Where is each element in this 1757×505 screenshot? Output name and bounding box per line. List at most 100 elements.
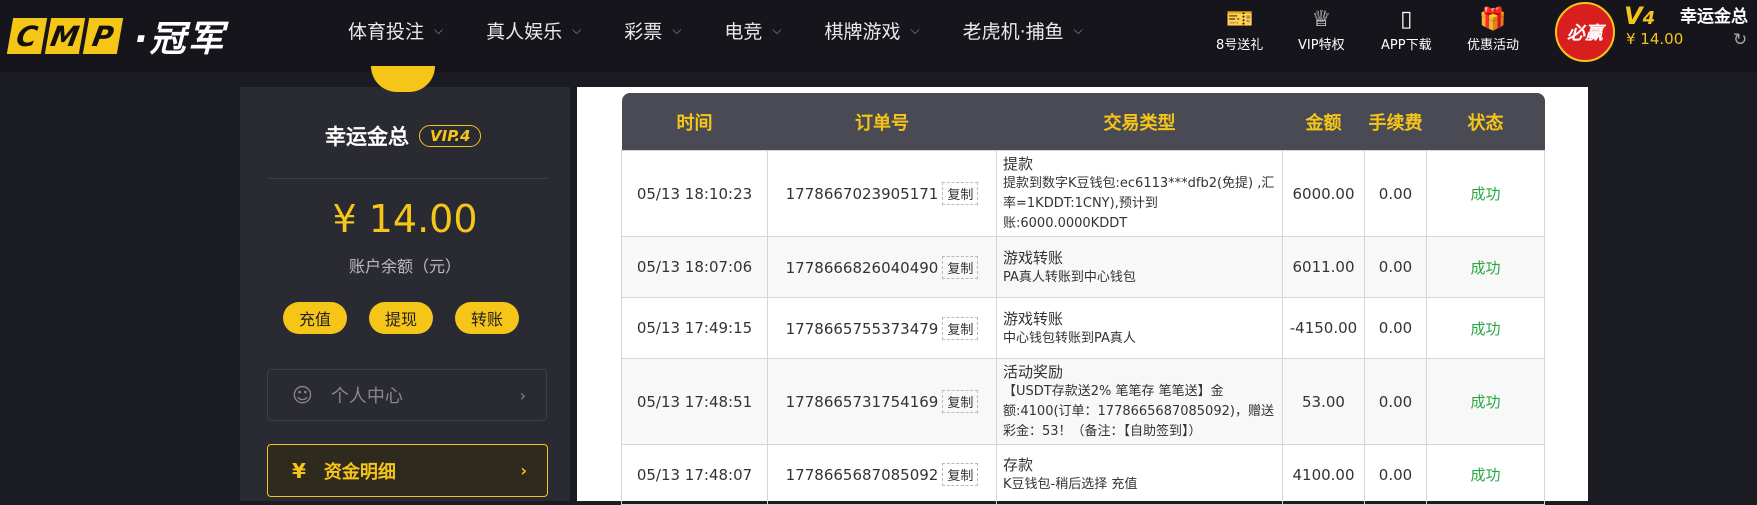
- avatar[interactable]: 必赢: [1555, 2, 1615, 62]
- table-row: 05/13 17:49:15 1778665755373479 复制 游戏转账 中心…: [621, 297, 1545, 359]
- cell-type: 游戏转账 PA真人转账到中心钱包: [996, 236, 1283, 298]
- col-header-type: 交易类型: [996, 93, 1283, 151]
- cell-order: 1778665687085092 复制: [767, 444, 997, 505]
- quick-link-gift-8[interactable]: 🎫 8号送礼: [1216, 6, 1263, 53]
- cell-status: 成功: [1426, 297, 1545, 359]
- col-header-order: 订单号: [767, 93, 997, 151]
- table-row: 05/13 17:48:07 1778665687085092 复制 存款 K豆钱包…: [621, 444, 1545, 505]
- wallet-actions: 充值 提现 转账: [283, 302, 541, 334]
- header-balance: ¥ 14.00: [1626, 30, 1684, 48]
- top-bar: C M P ·冠军 体育投注 ⌵ 真人娱乐 ⌵ 彩票 ⌵ 电竞 ⌵ 棋牌游戏 ⌵ 老虎机·…: [0, 0, 1757, 72]
- nav-label: 真人娱乐: [486, 20, 563, 43]
- logo[interactable]: C M P ·冠军: [6, 10, 226, 62]
- account-balance: ¥ 14.00: [332, 197, 478, 241]
- col-header-fee: 手续费: [1364, 93, 1427, 151]
- copy-button[interactable]: 复制: [942, 463, 979, 486]
- main-nav: 体育投注 ⌵ 真人娱乐 ⌵ 彩票 ⌵ 电竞 ⌵ 棋牌游戏 ⌵ 老虎机·捕鱼 ⌵: [348, 0, 1126, 60]
- copy-button[interactable]: 复制: [942, 255, 979, 279]
- withdraw-button[interactable]: 提现: [369, 302, 433, 334]
- cell-amount: 6000.00: [1282, 150, 1365, 237]
- coin-icon: ¥: [292, 458, 306, 483]
- header-username[interactable]: 幸运金总: [1680, 2, 1748, 27]
- chevron-down-icon: ⌵: [1073, 22, 1083, 37]
- chevron-down-icon: ⌵: [910, 22, 920, 37]
- order-number: 1778665731754169: [785, 393, 939, 411]
- order-number: 1778666826040490: [785, 258, 939, 277]
- chevron-down-icon: ⌵: [672, 22, 682, 37]
- type-title: 提款: [1003, 155, 1034, 173]
- transfer-button[interactable]: 转账: [455, 302, 519, 334]
- cell-time: 05/13 18:07:06: [621, 236, 768, 298]
- balance-label: 账户余额（元）: [348, 257, 461, 276]
- profile-username: 幸运金总 VIP.4: [325, 121, 482, 151]
- type-title: 游戏转账: [1003, 248, 1064, 267]
- cell-fee: 0.00: [1364, 150, 1427, 237]
- cell-status: 成功: [1426, 150, 1545, 237]
- quick-link-label: 8号送礼: [1216, 38, 1264, 53]
- menu-item-personal-center[interactable]: ☺ 个人中心 ›: [267, 369, 547, 421]
- order-number: 1778665755373479: [785, 319, 939, 338]
- copy-button[interactable]: 复制: [942, 182, 979, 205]
- menu-label: 资金明细: [323, 461, 396, 483]
- cell-time: 05/13 18:10:23: [621, 150, 768, 237]
- refresh-icon[interactable]: ↻: [1733, 30, 1747, 50]
- nav-label: 彩票: [624, 20, 663, 43]
- cell-time: 05/13 17:48:07: [621, 444, 768, 505]
- nav-item-lottery[interactable]: 彩票 ⌵: [624, 17, 681, 44]
- logo-text: ·冠军: [134, 19, 226, 60]
- quick-link-app-download[interactable]: ▯ APP下载: [1381, 6, 1432, 53]
- transaction-table: 时间 订单号 交易类型 金额 手续费 状态 05/13 18:10:23 177…: [621, 93, 1545, 505]
- vip-level-number: 4: [1642, 8, 1656, 29]
- vip-level: V4: [1624, 2, 1655, 30]
- ticket-icon: 🎫: [1225, 7, 1254, 32]
- divider: [268, 178, 548, 179]
- cell-order: 1778665755373479 复制: [767, 297, 997, 359]
- nav-item-esports[interactable]: 电竞 ⌵: [724, 17, 781, 44]
- cell-amount: 6011.00: [1282, 236, 1365, 298]
- logo-letter: M: [44, 18, 86, 54]
- cell-order: 1778665731754169 复制: [767, 358, 997, 445]
- menu-item-fund-details[interactable]: ¥ 资金明细 ›: [267, 444, 548, 497]
- type-desc: 提款到数字K豆钱包:ec6113***dfb2(免提) ,汇率=1KDDT:1C…: [1003, 176, 1275, 231]
- nav-item-slots-fishing[interactable]: 老虎机·捕鱼 ⌵: [963, 17, 1083, 44]
- nav-label: 老虎机·捕鱼: [962, 20, 1064, 43]
- nav-item-sports[interactable]: 体育投注 ⌵: [348, 17, 443, 44]
- quick-link-label: 优惠活动: [1467, 38, 1520, 53]
- type-title: 存款: [1003, 456, 1034, 474]
- table-row: 05/13 18:07:06 1778666826040490 复制 游戏转账 PA…: [621, 236, 1545, 298]
- nav-item-card-games[interactable]: 棋牌游戏 ⌵: [825, 17, 920, 44]
- order-number: 1778667023905171: [785, 185, 939, 203]
- cell-status: 成功: [1426, 358, 1545, 445]
- type-desc: 【USDT存款送2% 笔笔存 笔笔送】金额:4100(订单：1778665687…: [1003, 384, 1274, 439]
- cell-fee: 0.00: [1364, 444, 1427, 505]
- cell-order: 1778666826040490 复制: [767, 236, 997, 298]
- chevron-right-icon: ›: [519, 385, 526, 405]
- deposit-button[interactable]: 充值: [283, 302, 347, 334]
- nav-label: 体育投注: [348, 20, 425, 43]
- gift-icon: 🎁: [1479, 7, 1507, 32]
- nav-label: 棋牌游戏: [824, 20, 901, 43]
- quick-link-promotions[interactable]: 🎁 优惠活动: [1467, 6, 1519, 53]
- col-header-time: 时间: [621, 93, 768, 151]
- cell-fee: 0.00: [1364, 358, 1427, 445]
- vip-badge: VIP.4: [419, 125, 482, 147]
- cell-amount: -4150.00: [1282, 297, 1365, 359]
- cell-amount: 4100.00: [1282, 444, 1365, 505]
- chevron-down-icon: ⌵: [434, 22, 444, 37]
- profile-username-text: 幸运金总: [325, 125, 409, 149]
- quick-link-label: VIP特权: [1298, 38, 1345, 53]
- cell-fee: 0.00: [1364, 236, 1427, 298]
- cell-status: 成功: [1426, 236, 1545, 298]
- cell-type: 存款 K豆钱包-稍后选择 充值: [996, 444, 1283, 505]
- col-header-status: 状态: [1426, 93, 1545, 151]
- cell-type: 活动奖励 【USDT存款送2% 笔笔存 笔笔送】金额:4100(订单：177866…: [996, 358, 1283, 445]
- copy-button[interactable]: 复制: [942, 316, 979, 340]
- table-header-row: 时间 订单号 交易类型 金额 手续费 状态: [621, 93, 1545, 151]
- quick-link-vip[interactable]: ♕ VIP特权: [1298, 6, 1345, 53]
- cell-order: 1778667023905171 复制: [767, 150, 997, 237]
- copy-button[interactable]: 复制: [942, 390, 979, 413]
- logo-letter: P: [82, 18, 124, 54]
- logo-letter: C: [6, 18, 48, 54]
- nav-item-live-casino[interactable]: 真人娱乐 ⌵: [486, 17, 581, 44]
- quick-link-label: APP下载: [1381, 38, 1432, 53]
